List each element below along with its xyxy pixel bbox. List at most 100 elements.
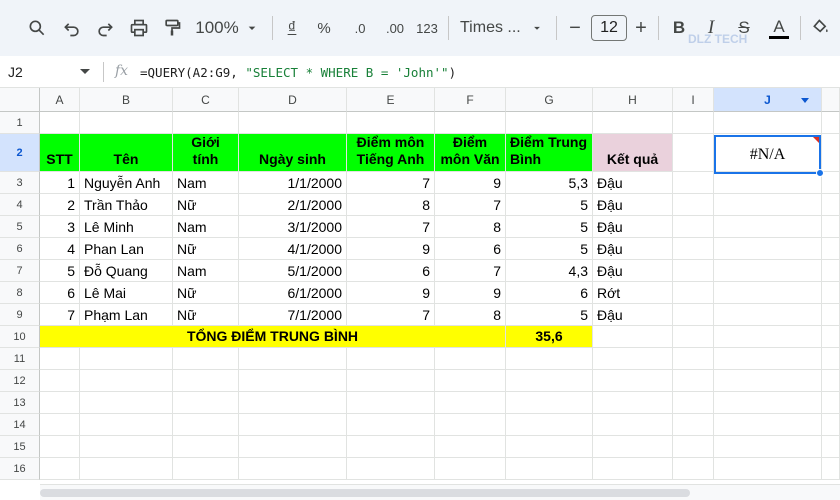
column-header-c[interactable]: C (173, 88, 239, 112)
row-header-15[interactable]: 15 (0, 436, 40, 458)
cell[interactable] (40, 370, 80, 392)
cell[interactable] (239, 112, 347, 134)
table-cell[interactable]: 9 (435, 282, 506, 304)
cell[interactable] (173, 392, 239, 414)
table-header-gioi-tinh[interactable]: Giới tính (173, 134, 239, 172)
cell[interactable] (714, 436, 822, 458)
cell[interactable] (593, 458, 673, 480)
column-header-i[interactable]: I (673, 88, 714, 112)
cell[interactable] (673, 326, 714, 348)
fill-handle[interactable] (816, 169, 824, 177)
table-cell[interactable]: 6 (347, 260, 435, 282)
percent-format-button[interactable]: % (313, 13, 335, 43)
cell[interactable] (714, 458, 822, 480)
cell[interactable] (673, 414, 714, 436)
cell[interactable] (173, 112, 239, 134)
cell[interactable] (347, 112, 435, 134)
table-cell[interactable]: 5 (506, 216, 593, 238)
table-cell[interactable]: 3/1/2000 (239, 216, 347, 238)
table-header-ngay-sinh[interactable]: Ngày sinh (239, 134, 347, 172)
cell[interactable] (506, 414, 593, 436)
cell[interactable] (40, 414, 80, 436)
table-cell[interactable]: 1/1/2000 (239, 172, 347, 194)
table-header-ket-qua[interactable]: Kết quả (593, 134, 673, 172)
cell[interactable] (506, 348, 593, 370)
cell[interactable] (673, 436, 714, 458)
cell[interactable] (80, 370, 173, 392)
cell[interactable] (40, 112, 80, 134)
cell[interactable] (673, 392, 714, 414)
cell[interactable] (239, 458, 347, 480)
text-color-button[interactable]: A (765, 13, 793, 43)
zoom-select[interactable]: 100% (193, 13, 241, 43)
cell[interactable] (673, 238, 714, 260)
column-header-e[interactable]: E (347, 88, 435, 112)
cell[interactable] (40, 436, 80, 458)
cell[interactable] (239, 392, 347, 414)
cell[interactable] (347, 392, 435, 414)
table-header-diem-tb[interactable]: Điểm Trung Bình (506, 134, 593, 172)
currency-format-button[interactable]: ₫ (282, 13, 302, 43)
cell[interactable] (673, 304, 714, 326)
column-menu-dropdown-icon[interactable] (801, 98, 809, 103)
table-cell[interactable]: Nam (173, 216, 239, 238)
row-header-1[interactable]: 1 (0, 112, 40, 134)
decrease-decimal-button[interactable]: .0 (347, 13, 373, 43)
zoom-dropdown-icon[interactable] (244, 13, 260, 43)
cell[interactable] (506, 458, 593, 480)
table-cell[interactable]: Đỗ Quang (80, 260, 173, 282)
table-header-ten[interactable]: Tên (80, 134, 173, 172)
more-formats-button[interactable]: 123 (413, 13, 441, 43)
cell[interactable] (80, 414, 173, 436)
row-header-16[interactable]: 16 (0, 458, 40, 480)
row-header-2[interactable]: 2 (0, 134, 40, 172)
cell[interactable] (673, 260, 714, 282)
row-header-5[interactable]: 5 (0, 216, 40, 238)
cell[interactable] (673, 134, 714, 172)
cell[interactable] (435, 436, 506, 458)
cell[interactable] (714, 392, 822, 414)
cell[interactable] (80, 458, 173, 480)
cell[interactable] (673, 194, 714, 216)
row-header-3[interactable]: 3 (0, 172, 40, 194)
bold-button[interactable]: B (668, 13, 690, 43)
row-header-14[interactable]: 14 (0, 414, 40, 436)
spreadsheet-grid[interactable]: A B C D E F G H I J 1 2 3 4 5 6 7 8 9 10 11 12 13 14 15 16 STT Tên G… (0, 88, 840, 500)
table-cell[interactable]: Nữ (173, 282, 239, 304)
cell[interactable] (40, 348, 80, 370)
cell[interactable] (673, 216, 714, 238)
font-size-input[interactable]: 12 (591, 15, 627, 41)
row-header-6[interactable]: 6 (0, 238, 40, 260)
cell[interactable] (347, 436, 435, 458)
table-cell[interactable]: 7 (40, 304, 80, 326)
cell[interactable] (593, 392, 673, 414)
cell[interactable] (173, 436, 239, 458)
row-header-11[interactable]: 11 (0, 348, 40, 370)
cell[interactable] (80, 436, 173, 458)
row-header-8[interactable]: 8 (0, 282, 40, 304)
cell[interactable] (173, 348, 239, 370)
table-cell[interactable]: 5 (506, 304, 593, 326)
increase-decimal-button[interactable]: .00 (381, 13, 409, 43)
cell[interactable] (673, 282, 714, 304)
cell[interactable] (506, 112, 593, 134)
cell[interactable] (593, 414, 673, 436)
table-cell[interactable]: Lê Mai (80, 282, 173, 304)
cell[interactable] (40, 392, 80, 414)
column-header-h[interactable]: H (593, 88, 673, 112)
cell[interactable] (347, 458, 435, 480)
formula-input[interactable]: =QUERY(A2:G9, "SELECT * WHERE B = 'John'… (140, 65, 456, 80)
cell[interactable] (80, 112, 173, 134)
cell[interactable] (435, 348, 506, 370)
table-cell[interactable]: 9 (347, 238, 435, 260)
horizontal-scrollbar[interactable] (40, 484, 840, 500)
cell[interactable] (347, 370, 435, 392)
cell[interactable] (714, 216, 822, 238)
table-cell[interactable]: Nam (173, 260, 239, 282)
table-cell[interactable]: 6 (40, 282, 80, 304)
table-cell[interactable]: Phan Lan (80, 238, 173, 260)
table-header-diem-anh[interactable]: Điểm môn Tiếng Anh (347, 134, 435, 172)
select-all-corner[interactable] (0, 88, 40, 112)
font-size-decrease-button[interactable]: − (566, 13, 584, 43)
redo-icon[interactable] (92, 13, 118, 43)
